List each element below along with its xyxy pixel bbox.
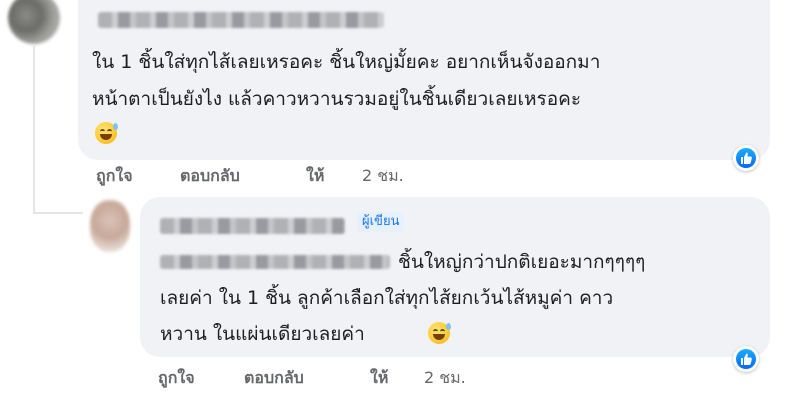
comment-reply-button[interactable]: ตอบกลับ [180,166,240,186]
reply-text-line-2: เลยค่า ใน 1 ชิ้น ลูกค้าเลือกใส่ทุกไส้ยกเ… [160,287,614,309]
reply-like-button[interactable]: ถูกใจ [158,368,195,388]
thumbs-up-icon [741,152,752,164]
reply-reply-button[interactable]: ตอบกลับ [244,368,304,388]
author-avatar[interactable] [90,200,130,252]
author-badge: ผู้เขียน [357,212,405,232]
comment-like-button[interactable]: ถูกใจ [96,166,133,186]
like-reaction-badge[interactable] [733,346,759,372]
comment-timestamp[interactable]: 2 ชม. [362,166,404,186]
grinning-sweat-emoji-icon [428,322,451,344]
thread-line [33,44,35,214]
thread-branch [33,212,83,214]
thumbs-up-icon [741,353,752,365]
reply-share-button[interactable]: ให้ [370,368,388,388]
commenter-name-redacted[interactable] [98,12,384,28]
grinning-sweat-emoji-icon [95,122,118,144]
reply-text-line-3: หวาน ในแผ่นเดียวเลยค่า [160,323,365,345]
comment-text-line-2: หน้าตาเป็นยังไง แล้วคาวหวานรวมอยู่ในชิ้น… [92,88,582,110]
commenter-avatar[interactable] [8,0,60,44]
reply-text-line-1: ชิ้นใหญ่กว่าปกติเยอะมากๆๆๆๆ [398,251,646,273]
comment-text-line-1: ใน 1 ชิ้นใส่ทุกไส้เลยเหรอคะ ชิ้นใหญ่มั้ย… [92,51,601,73]
reply-timestamp[interactable]: 2 ชม. [424,368,466,388]
comment-share-button[interactable]: ให้ [306,166,324,186]
like-reaction-badge[interactable] [733,145,759,171]
author-name-redacted[interactable] [160,218,345,234]
mention-redacted[interactable] [160,255,390,269]
